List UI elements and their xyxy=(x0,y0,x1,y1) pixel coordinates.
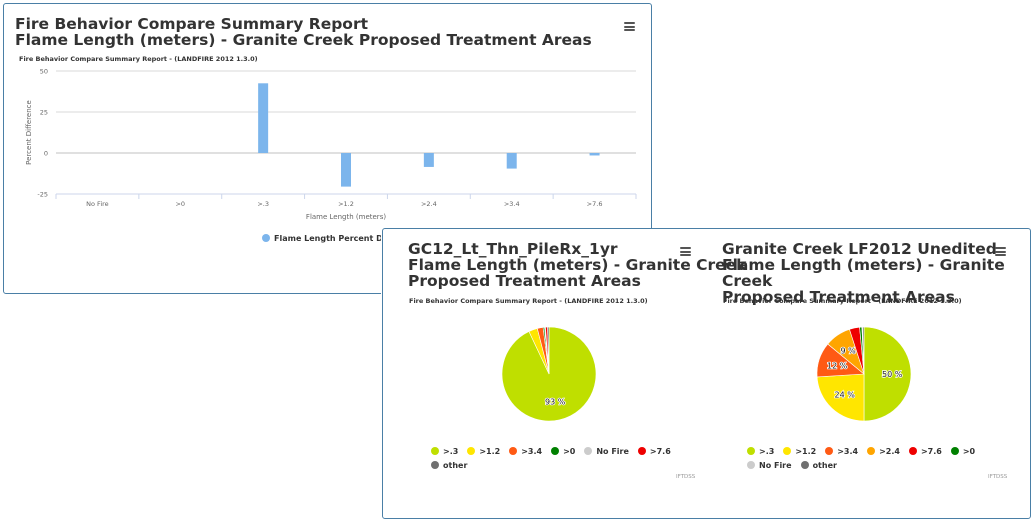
x-tick-label: No Fire xyxy=(86,200,109,208)
legend-item-3-4[interactable]: >3.4 xyxy=(509,445,542,459)
y-tick-label: -25 xyxy=(37,191,48,199)
pie-charts-panel: GC12_Lt_Thn_PileRx_1yr Flame Length (met… xyxy=(382,228,1031,519)
bar-2-4[interactable] xyxy=(423,153,434,167)
legend-dot xyxy=(825,447,834,455)
bar-7-6[interactable] xyxy=(589,153,600,156)
legend-item-0[interactable]: >0 xyxy=(950,445,976,459)
legend-item-other[interactable]: other xyxy=(431,459,467,473)
x-tick-label: >7.6 xyxy=(587,200,603,208)
legend-item-other[interactable]: other xyxy=(800,459,837,473)
legend-dot xyxy=(584,447,593,455)
legend-label: >2.4 xyxy=(879,447,900,456)
legend-item-7-6[interactable]: >7.6 xyxy=(908,445,942,459)
legend-item-3-4[interactable]: >3.4 xyxy=(825,445,858,459)
x-tick-label: >.3 xyxy=(257,200,269,208)
legend-item-1-2[interactable]: >1.2 xyxy=(467,445,500,459)
legend-label: >0 xyxy=(962,447,976,456)
legend-dot xyxy=(637,447,646,455)
legend-dot xyxy=(908,447,917,455)
legend-label: No Fire xyxy=(596,447,629,456)
pie-chart-1-credits[interactable]: IFTDSS xyxy=(676,474,695,480)
legend-dot xyxy=(747,461,755,469)
legend-label: >3.4 xyxy=(521,447,543,456)
legend-dot xyxy=(867,447,876,455)
legend-dot xyxy=(467,447,476,455)
pie-charts-plot: 93 % 50 % 24 % 12 % 9 % xyxy=(501,326,912,422)
pie-chart-2-legend[interactable]: >.3 >1.2 >3.4 >2.4 >7.6 >0 No Fire other xyxy=(747,445,1017,473)
legend-item-1-2[interactable]: >1.2 xyxy=(783,445,816,459)
pie-2-data-label: 50 % xyxy=(882,370,903,379)
legend-item-7-6[interactable]: >7.6 xyxy=(637,445,671,459)
legend-dot xyxy=(950,447,959,455)
pie-2-data-label: 9 % xyxy=(841,347,857,356)
y-tick-label: 0 xyxy=(44,150,48,158)
legend-dot xyxy=(431,461,439,469)
bar-3[interactable] xyxy=(258,83,269,153)
x-tick-label: >2.4 xyxy=(421,200,437,208)
legend-label: >7.6 xyxy=(920,447,942,456)
x-tick-label: >3.4 xyxy=(504,200,520,208)
pie-chart-2-credits[interactable]: IFTDSS xyxy=(988,474,1007,480)
pie-chart-1-legend[interactable]: >.3 >1.2 >3.4 >0 No Fire >7.6 other xyxy=(431,445,701,473)
y-tick-label: 50 xyxy=(40,68,48,76)
legend-item-3[interactable]: >.3 xyxy=(747,445,774,459)
legend-item-no-fire[interactable]: No Fire xyxy=(747,459,792,473)
bar-1-2[interactable] xyxy=(341,153,351,187)
legend-item-3[interactable]: >.3 xyxy=(431,445,458,459)
x-axis-title: Flame Length (meters) xyxy=(306,213,386,221)
legend-dot xyxy=(551,447,560,455)
legend-label: >3.4 xyxy=(837,447,859,456)
x-tick-label: >1.2 xyxy=(338,200,354,208)
legend-label: >7.6 xyxy=(649,447,671,456)
legend-item-0[interactable]: >0 xyxy=(551,445,575,459)
legend-label: >.3 xyxy=(443,447,459,456)
legend-label: other xyxy=(443,461,468,470)
legend-dot xyxy=(747,447,755,455)
legend-item-2-4[interactable]: >2.4 xyxy=(867,445,900,459)
legend-dot xyxy=(431,447,439,455)
pie-2-data-label: 24 % xyxy=(835,391,856,400)
legend-dot xyxy=(800,461,809,469)
legend-label: >1.2 xyxy=(479,447,501,456)
y-axis-title: Percent Difference xyxy=(25,100,33,165)
legend-dot xyxy=(509,447,518,455)
legend-label: >0 xyxy=(563,447,576,456)
y-tick-label: 25 xyxy=(40,109,48,117)
legend-label: >.3 xyxy=(759,447,775,456)
legend-label: other xyxy=(812,461,837,470)
legend-dot xyxy=(262,234,270,242)
pie-1-data-label: 93 % xyxy=(545,398,566,407)
legend-item-no-fire[interactable]: No Fire xyxy=(584,445,629,459)
bar-3-4[interactable] xyxy=(506,153,517,169)
legend-dot xyxy=(783,447,792,455)
legend-label: No Fire xyxy=(759,461,792,470)
legend-label: >1.2 xyxy=(795,447,817,456)
x-tick-label: >0 xyxy=(175,200,185,208)
pie-2-data-label: 12 % xyxy=(827,361,848,370)
